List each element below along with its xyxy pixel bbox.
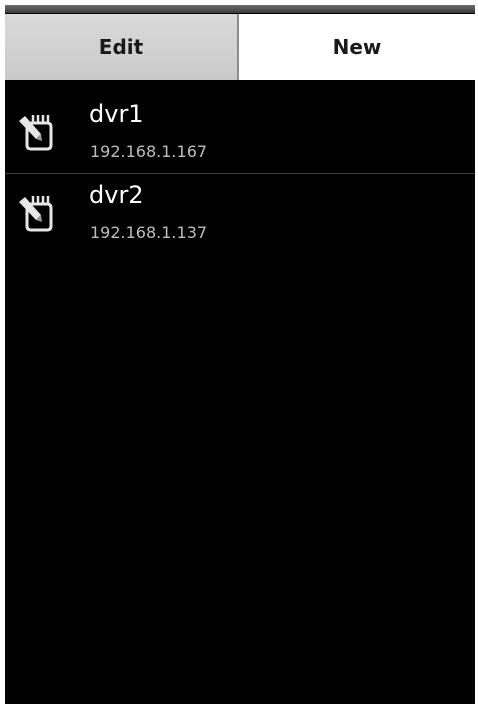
tab-new[interactable]: New	[239, 14, 475, 80]
tab-bar: Edit New	[5, 14, 475, 80]
tab-edit[interactable]: Edit	[5, 14, 239, 80]
list-item[interactable]: dvr2 192.168.1.137	[5, 174, 475, 254]
edit-note-icon	[19, 115, 53, 151]
device-name: dvr1	[89, 100, 144, 128]
device-list: dvr1 192.168.1.167 dvr2 192.168.1.137	[5, 93, 475, 254]
device-address: 192.168.1.167	[90, 142, 208, 161]
list-item[interactable]: dvr1 192.168.1.167	[5, 93, 475, 173]
app-screen: Edit New dvr1 192.168.1.167 dvr2 192.168…	[5, 5, 475, 704]
edit-note-icon	[19, 196, 53, 232]
status-bar-edge	[5, 5, 475, 13]
device-name: dvr2	[89, 181, 144, 209]
device-address: 192.168.1.137	[90, 223, 208, 242]
